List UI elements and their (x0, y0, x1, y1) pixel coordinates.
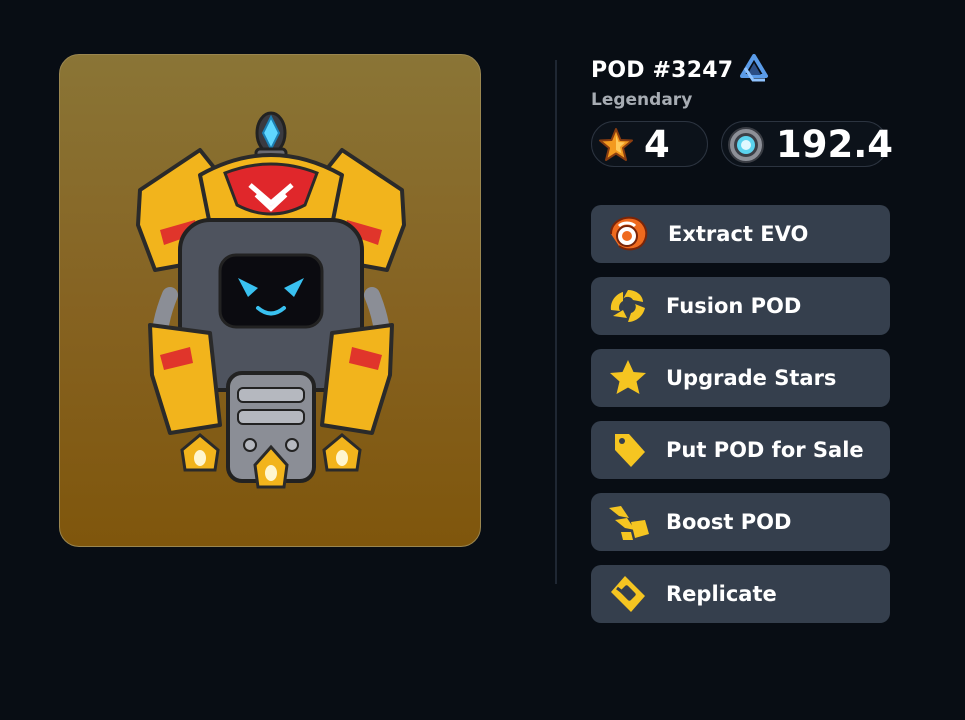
boost-pod-button[interactable]: Boost POD (591, 493, 890, 551)
vertical-divider (555, 60, 557, 584)
power-value: 192.4 (776, 123, 894, 166)
replicate-label: Replicate (666, 582, 777, 606)
pod-robot-image (136, 111, 406, 489)
evo-swirl-icon (610, 216, 648, 251)
extract-evo-button[interactable]: Extract EVO (591, 205, 890, 263)
pod-title: POD #3247 (591, 57, 734, 83)
fusion-icon (610, 290, 645, 322)
upgrade-stars-label: Upgrade Stars (666, 366, 837, 390)
boost-flame-icon (609, 506, 649, 540)
stars-count: 4 (644, 123, 670, 166)
pod-artwork-card (59, 54, 481, 547)
put-pod-for-sale-label: Put POD for Sale (666, 438, 864, 462)
put-pod-for-sale-button[interactable]: Put POD for Sale (591, 421, 890, 479)
pod-rarity: Legendary (591, 90, 693, 110)
star-icon (610, 360, 646, 394)
boost-pod-label: Boost POD (666, 510, 792, 534)
extract-evo-label: Extract EVO (668, 222, 809, 246)
replicate-button[interactable]: Replicate (591, 565, 890, 623)
power-core-icon (728, 127, 764, 163)
pod-class-icon (739, 54, 769, 86)
pod-title-row: POD #3247 (591, 54, 769, 86)
fusion-pod-button[interactable]: Fusion POD (591, 277, 890, 335)
fusion-pod-label: Fusion POD (666, 294, 802, 318)
stars-badge: 4 (591, 121, 708, 167)
star-icon (599, 128, 633, 161)
price-tag-icon (615, 434, 645, 467)
replicate-icon (611, 576, 645, 612)
power-badge: 192.4 (721, 121, 893, 167)
upgrade-stars-button[interactable]: Upgrade Stars (591, 349, 890, 407)
